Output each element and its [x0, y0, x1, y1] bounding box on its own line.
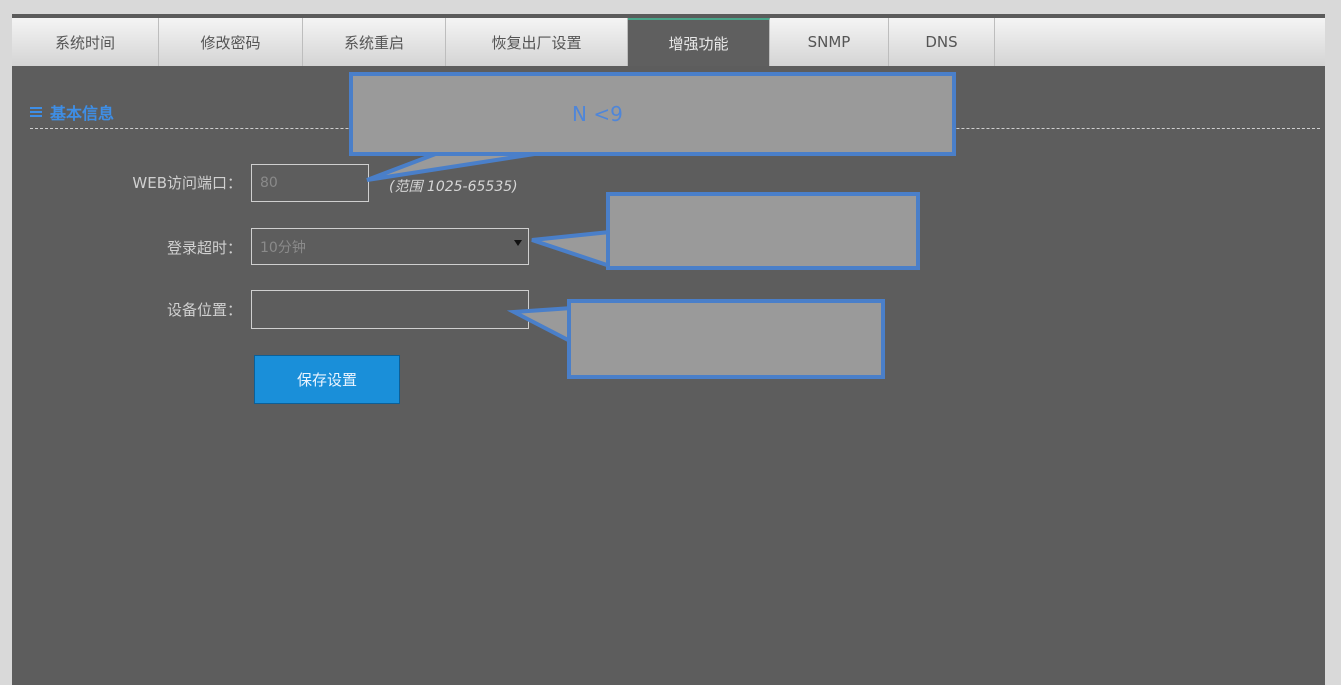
tab-label: 增强功能	[668, 34, 729, 53]
annotation-callout-3	[567, 299, 885, 379]
section-header: 基本信息	[30, 100, 114, 124]
web-port-label: WEB访问端口：	[132, 174, 242, 192]
tab-system-time[interactable]: 系统时间	[12, 18, 159, 66]
save-settings-button[interactable]: 保存设置	[254, 355, 400, 404]
annotation-callout-1	[349, 72, 956, 156]
tab-label: 修改密码	[200, 33, 261, 52]
web-port-hint: (范围 1025-65535)	[389, 179, 518, 195]
callout-pointer-2	[531, 229, 612, 269]
main-panel: 系统时间 修改密码 系统重启 恢复出厂设置 增强功能 SNMP DNS 基本信息…	[12, 14, 1325, 685]
tab-enhanced-features[interactable]: 增强功能	[628, 18, 770, 66]
login-timeout-value: 10分钟	[260, 239, 306, 256]
tab-factory-reset[interactable]: 恢复出厂设置	[446, 18, 628, 66]
device-location-label: 设备位置：	[166, 301, 242, 319]
annotation-callout-2	[606, 192, 920, 270]
tab-label: 系统重启	[343, 33, 404, 52]
login-timeout-label: 登录超时：	[166, 239, 242, 257]
tab-label: 系统时间	[54, 33, 115, 52]
tab-label: SNMP	[807, 33, 851, 51]
tab-system-reboot[interactable]: 系统重启	[303, 18, 446, 66]
web-port-value: 80	[260, 175, 278, 191]
tab-label: DNS	[925, 33, 958, 51]
callout-text-1: N <9	[572, 102, 623, 126]
section-title: 基本信息	[50, 104, 115, 123]
tab-snmp[interactable]: SNMP	[770, 18, 889, 66]
device-location-input[interactable]	[251, 290, 529, 329]
tab-bar-filler	[995, 18, 1325, 66]
tab-dns[interactable]: DNS	[889, 18, 995, 66]
tab-label: 恢复出厂设置	[491, 33, 582, 52]
web-port-input[interactable]: 80	[251, 164, 369, 202]
tab-change-password[interactable]: 修改密码	[159, 18, 303, 66]
login-timeout-select[interactable]: 10分钟	[251, 228, 529, 265]
save-button-label: 保存设置	[296, 371, 357, 389]
tab-bar: 系统时间 修改密码 系统重启 恢复出厂设置 增强功能 SNMP DNS	[12, 14, 1325, 66]
menu-icon	[30, 106, 42, 118]
chevron-down-icon	[514, 240, 522, 246]
